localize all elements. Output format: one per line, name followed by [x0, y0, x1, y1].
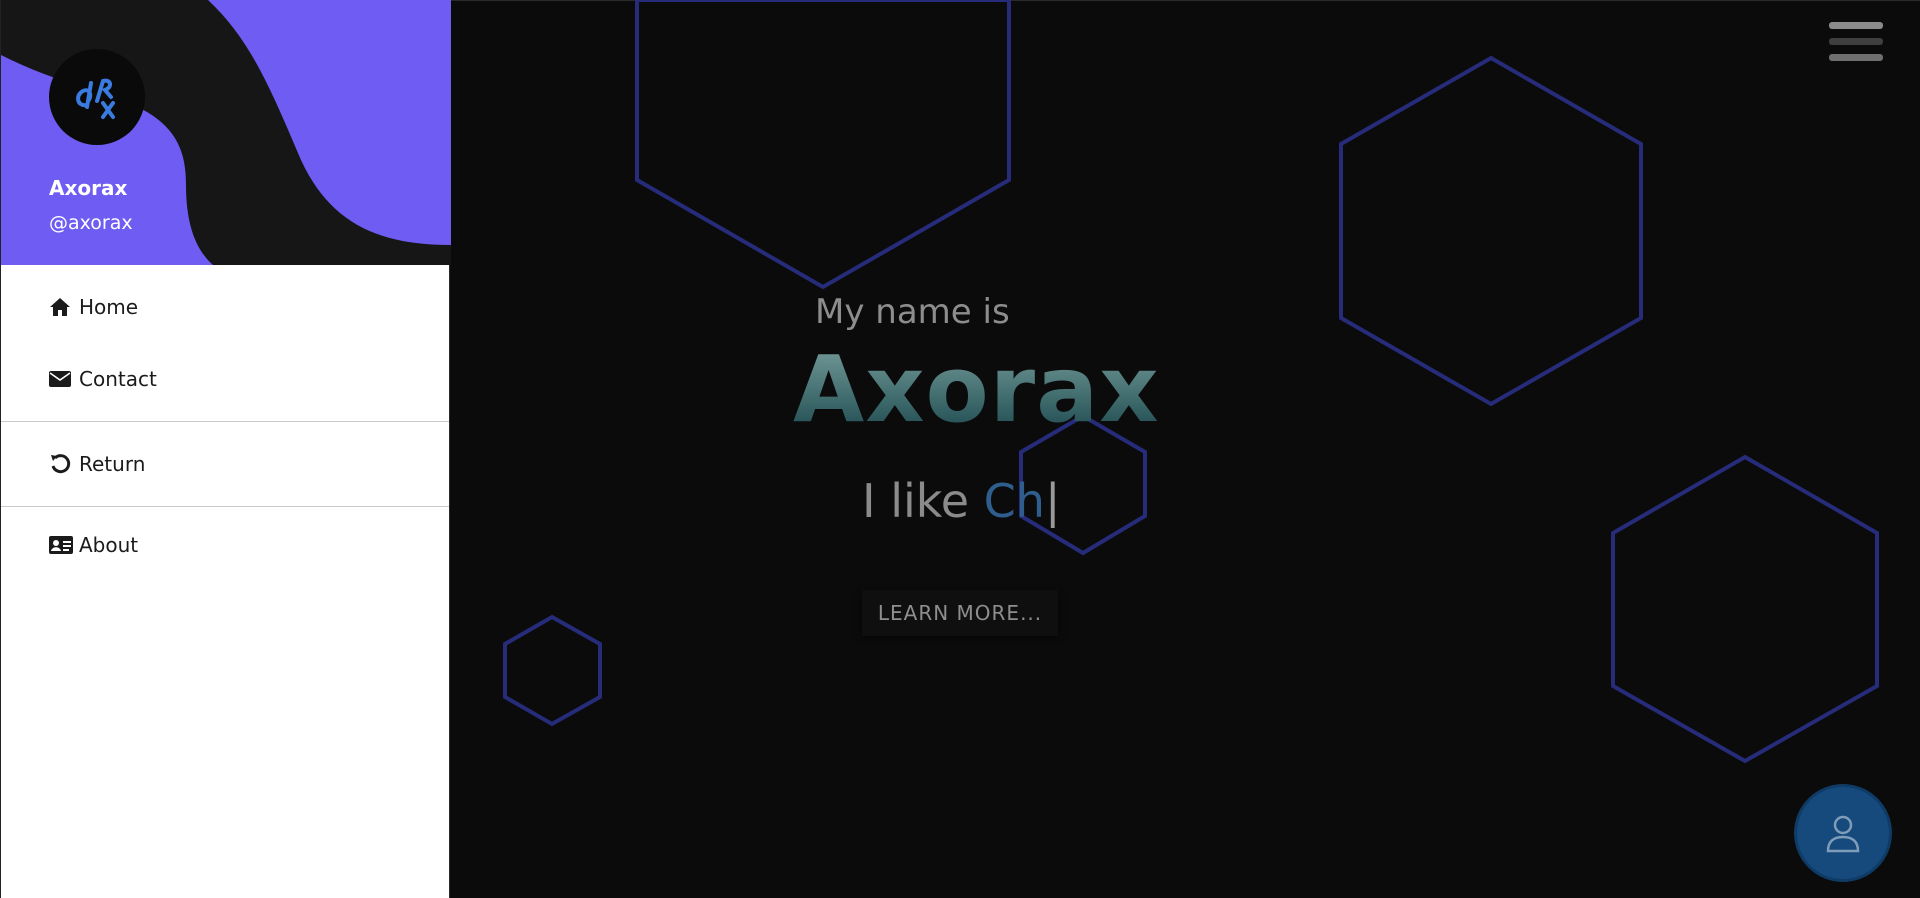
typed-line: I like Ch| [862, 474, 1060, 528]
typed-prefix: I like [862, 474, 984, 528]
typing-cursor: | [1044, 474, 1061, 528]
hamburger-menu-icon[interactable] [1829, 22, 1883, 70]
user-fab-button[interactable] [1797, 787, 1889, 879]
page: Axorax @axorax Home Contact Return About… [0, 0, 1920, 898]
hexagon-background [503, 0, 1879, 764]
hero-name: Axorax [793, 336, 1160, 443]
hero-intro-text: My name is [815, 292, 1010, 332]
hexagon-shape [1611, 454, 1879, 764]
user-icon [1826, 815, 1860, 853]
hexagon-shape [635, 0, 1011, 290]
learn-more-button[interactable]: LEARN MORE... [862, 590, 1058, 636]
hexagon-shape [503, 614, 602, 727]
hexagon-shape [1339, 55, 1643, 407]
typed-word: Ch [983, 474, 1045, 528]
